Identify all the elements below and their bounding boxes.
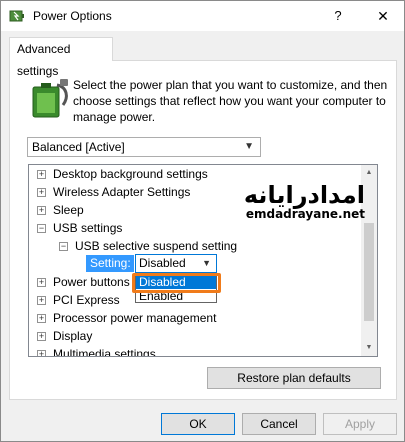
apply-button[interactable]: Apply	[323, 413, 397, 435]
expand-icon[interactable]: +	[37, 188, 46, 197]
battery-plan-icon	[32, 79, 68, 118]
tree-item-label: Power buttons	[53, 275, 130, 289]
expand-icon[interactable]: +	[37, 296, 46, 305]
close-button[interactable]: ✕	[363, 1, 403, 31]
ok-button[interactable]: OK	[161, 413, 235, 435]
scroll-up-icon[interactable]: ▲	[361, 165, 377, 181]
setting-current-value: Disabled	[139, 256, 186, 270]
tab-advanced-settings[interactable]: Advanced settings	[9, 37, 113, 78]
tree-item-label: Desktop background settings	[53, 167, 208, 181]
help-button[interactable]: ?	[321, 1, 355, 31]
expand-icon[interactable]: +	[37, 332, 46, 341]
tree-item-label: Multimedia settings	[53, 347, 156, 357]
chevron-down-icon: ▼	[202, 258, 211, 268]
restore-plan-defaults-button[interactable]: Restore plan defaults	[207, 367, 381, 389]
scrollbar-thumb[interactable]	[364, 223, 374, 321]
tree-item-label: PCI Express	[53, 293, 120, 307]
setting-label: Setting:	[86, 255, 134, 272]
expand-icon[interactable]: +	[37, 278, 46, 287]
window-title: Power Options	[33, 9, 112, 23]
tree-item-label: Sleep	[53, 203, 84, 217]
power-options-icon	[9, 10, 24, 22]
tree-item-label: Processor power management	[53, 311, 217, 325]
tree-item-label: Display	[53, 329, 93, 343]
tree-item-label: Wireless Adapter Settings	[53, 185, 191, 199]
highlight-annotation-box	[132, 273, 221, 293]
plan-description: Select the power plan that you want to c…	[73, 78, 388, 124]
cancel-button[interactable]: Cancel	[242, 413, 316, 435]
power-plan-value: Balanced [Active]	[32, 140, 125, 154]
power-plan-select[interactable]: Balanced [Active] ▼	[27, 137, 261, 157]
expand-icon[interactable]: +	[37, 170, 46, 179]
power-options-window: Power Options ? ✕ Advanced settings Sele…	[0, 0, 405, 442]
collapse-icon[interactable]: −	[59, 242, 68, 251]
expand-icon[interactable]: +	[37, 350, 46, 356]
collapse-icon[interactable]: −	[37, 224, 46, 233]
tree-item-label: USB selective suspend setting	[75, 239, 238, 253]
tree-item-label: USB settings	[53, 221, 123, 235]
watermark-logo-persian: امدادرایانه	[243, 181, 365, 209]
setting-value-select[interactable]: Disabled ▼	[135, 254, 217, 273]
title-bar: Power Options ? ✕	[1, 1, 404, 31]
expand-icon[interactable]: +	[37, 206, 46, 215]
expand-icon[interactable]: +	[37, 314, 46, 323]
watermark-logo-url: emdadrayane.net	[245, 207, 365, 221]
chevron-down-icon: ▼	[244, 141, 254, 152]
scroll-down-icon[interactable]: ▼	[361, 340, 377, 356]
